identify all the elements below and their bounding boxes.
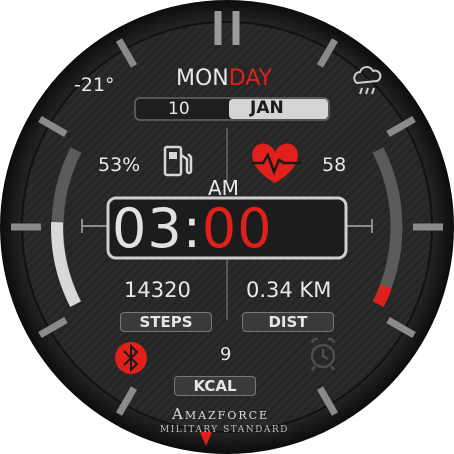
distance-label: DIST (242, 312, 334, 332)
calories-value: 9 (220, 344, 232, 365)
weekday: MONDAY (176, 68, 272, 90)
time-minutes: 00 (201, 197, 273, 260)
am-pm: AM (208, 176, 239, 200)
brand-name: Amazforce (172, 405, 270, 423)
day-number: 10 (168, 99, 190, 119)
heart-rate-value: 58 (322, 154, 347, 176)
brand-tagline: MILITARY STANDARD (160, 425, 289, 435)
time-display: 03:00 (112, 202, 273, 256)
month-label: JAN (250, 98, 284, 118)
heart-arc-fill (373, 284, 392, 307)
calories-label: KCAL (174, 376, 256, 396)
time-hours: 03 (112, 197, 183, 260)
weather-temperature: -21° (74, 74, 115, 96)
distance-value: 0.34 KM (246, 278, 332, 302)
weekday-prefix: MON (176, 66, 229, 91)
bluetooth-icon (115, 342, 147, 374)
steps-label: STEPS (120, 312, 212, 332)
weekday-suffix: DAY (228, 66, 273, 91)
time-separator: : (182, 197, 202, 260)
steps-value: 14320 (124, 278, 191, 302)
battery-percent: 53% (98, 154, 141, 176)
